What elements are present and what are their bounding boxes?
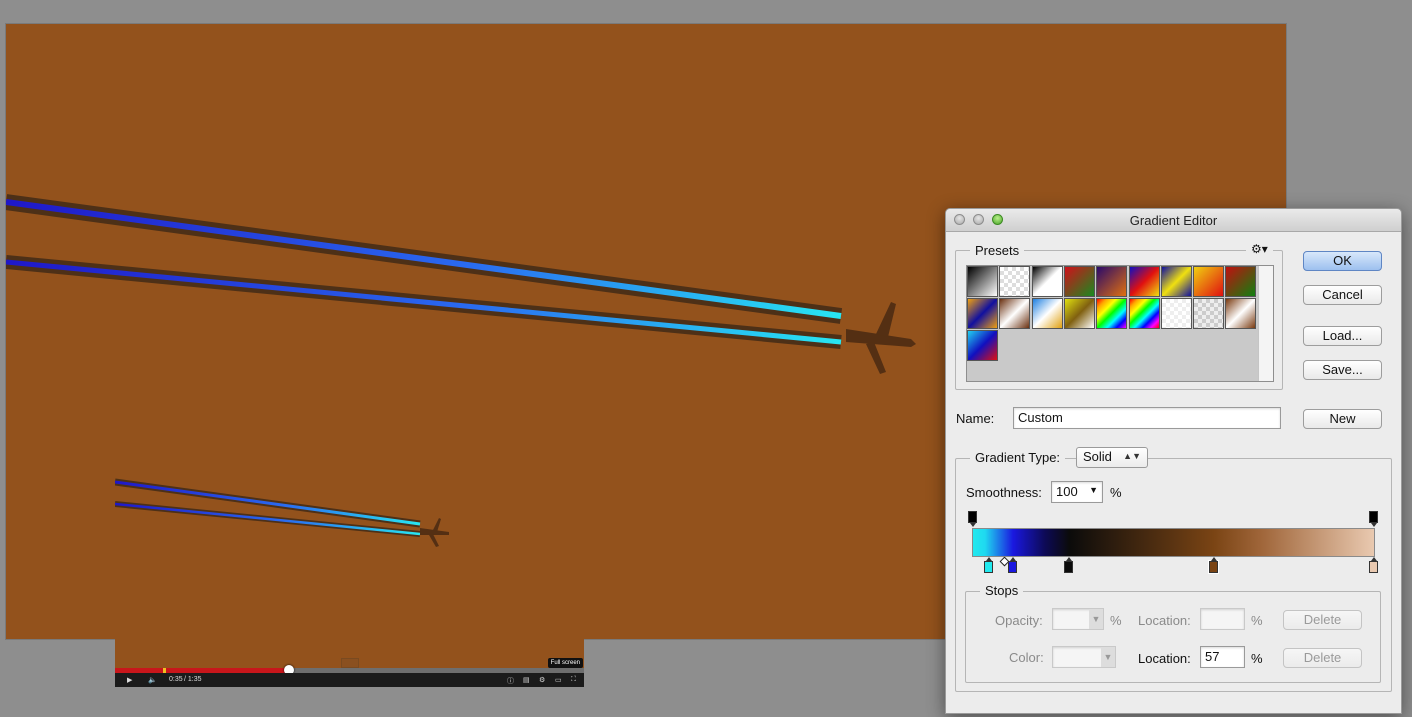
preset-swatch[interactable] [1160,266,1192,297]
preset-swatch[interactable] [999,266,1031,297]
gradient-name-field[interactable]: Custom [1013,407,1281,429]
preset-swatch[interactable] [1160,298,1192,329]
preset-swatch[interactable] [1096,266,1128,297]
settings-gear-icon[interactable]: ⚙ [539,676,545,684]
gear-icon[interactable]: ⚙▾ [1246,242,1273,256]
ok-button[interactable]: OK [1303,251,1382,271]
new-button[interactable]: New [1303,409,1382,429]
gradient-preview-bar[interactable] [972,528,1375,557]
smoothness-label: Smoothness: [966,485,1042,500]
dropdown-arrow-icon: ▼ [1101,647,1115,667]
preset-swatch[interactable] [1063,298,1095,329]
opacity-field: ▼ [1052,608,1104,630]
video-frame [115,478,449,547]
airplane-silhouette [846,302,916,374]
color-location-label: Location: [1138,651,1191,666]
preset-swatch[interactable] [1128,298,1160,329]
theater-mode-icon[interactable]: ▭ [555,676,562,684]
opacity-stop-marker[interactable] [968,511,977,527]
video-controls: ▶ 🔈 0:35 / 1:35 ⓘ ▤ ⚙ ▭ ⛶ [115,673,584,687]
presets-label: Presets [970,243,1025,258]
video-duration: / 1:35 [184,676,202,683]
fullscreen-icon[interactable]: ⛶ [571,676,576,684]
play-icon[interactable]: ▶ [127,676,132,684]
preset-swatch[interactable] [1031,266,1063,297]
opacity-percent: % [1110,613,1122,628]
save-button[interactable]: Save... [1303,360,1382,380]
updown-arrow-icon: ▲▼ [1123,451,1141,461]
gradient-editor-dialog: Gradient Editor Presets ⚙▾ OK Cancel Loa… [945,208,1402,714]
color-swatch-field: ▼ [1052,646,1116,668]
color-location-field[interactable]: 57 [1200,646,1245,668]
preset-swatch[interactable] [1193,266,1225,297]
opacity-stop-marker[interactable] [1369,511,1378,527]
cancel-button[interactable]: Cancel [1303,285,1382,305]
annotation-marker [341,658,359,668]
dropdown-arrow-icon[interactable]: ▼ [1089,485,1098,495]
presets-scrollbar[interactable] [1258,266,1273,381]
preset-swatch[interactable] [1193,298,1225,329]
preset-swatch[interactable] [1031,298,1063,329]
color-stop-marker[interactable] [1064,557,1074,573]
delete-opacity-stop-button: Delete [1283,610,1362,630]
preset-swatch[interactable] [1096,298,1128,329]
preset-swatch[interactable] [1225,266,1257,297]
color-stop-marker[interactable] [984,557,994,573]
name-label: Name: [956,411,995,426]
gradient-type-label: Gradient Type: [970,450,1066,465]
stops-group [965,591,1381,683]
preset-swatch[interactable] [1225,298,1257,329]
smoothness-percent: % [1110,485,1122,500]
opacity-label: Opacity: [995,613,1043,628]
opacity-location-label: Location: [1138,613,1191,628]
load-button[interactable]: Load... [1303,326,1382,346]
preset-swatch[interactable] [999,298,1031,329]
preset-swatch[interactable] [1063,266,1095,297]
dropdown-arrow-icon: ▼ [1089,609,1103,629]
color-stop-marker[interactable] [1008,557,1018,573]
video-player[interactable]: Full screen ▶ 🔈 0:35 / 1:35 ⓘ ▤ ⚙ ▭ ⛶ [115,416,584,687]
info-icon[interactable]: ⓘ [507,676,514,686]
opacity-location-percent: % [1251,613,1263,628]
opacity-location-field [1200,608,1245,630]
captions-icon[interactable]: ▤ [523,676,530,684]
fullscreen-tooltip: Full screen [547,658,583,668]
dialog-titlebar: Gradient Editor [946,209,1401,232]
stops-label: Stops [980,583,1024,598]
color-location-percent: % [1251,651,1263,666]
color-stop-marker[interactable] [1369,557,1378,573]
presets-list[interactable] [966,265,1274,382]
delete-color-stop-button: Delete [1283,648,1362,668]
gradient-type-select[interactable]: Solid ▲▼ [1076,447,1148,468]
color-stop-marker[interactable] [1208,557,1218,573]
dialog-title: Gradient Editor [1129,213,1218,228]
preset-swatch[interactable] [967,266,998,297]
color-label: Color: [1009,650,1044,665]
preset-swatch[interactable] [967,330,998,361]
smoothness-field[interactable]: 100 ▼ [1051,481,1103,503]
video-current-time: 0:35 [169,676,183,683]
volume-icon[interactable]: 🔈 [148,676,157,684]
preset-swatch[interactable] [1128,266,1160,297]
preset-swatch[interactable] [967,298,998,329]
